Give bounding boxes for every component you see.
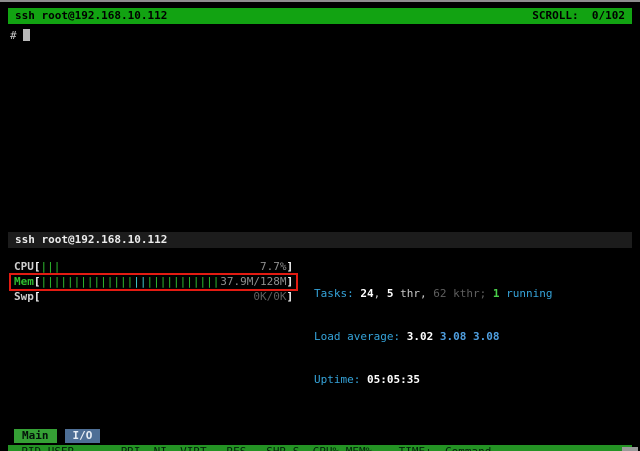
load-15min: 3.08 — [473, 330, 500, 343]
uptime-label: Uptime: — [314, 373, 367, 386]
tasks-label: Tasks: — [314, 287, 360, 300]
tab-main[interactable]: Main — [14, 429, 57, 443]
col-header-ni[interactable]: NI — [140, 445, 166, 451]
swap-meter: Swp[0K/0K] — [14, 290, 293, 304]
swap-meter-value: 0K/0K — [253, 290, 286, 304]
col-header-pid[interactable]: PID — [8, 445, 41, 451]
swap-meter-line: Swp[0K/0K] — [14, 289, 300, 304]
swap-meter-close-bracket: ] — [287, 290, 294, 304]
kthread-count: 62 kthr — [433, 287, 479, 300]
window-corner-mark — [622, 447, 638, 451]
mem-meter-value: 37.9M/128M — [220, 275, 286, 289]
process-table-header[interactable]: PID USER PRI NI VIRT RES SHR S CPU% MEM%… — [8, 445, 632, 451]
mem-meter-open-bracket: [ — [34, 275, 41, 289]
uptime-line: Uptime: 05:05:35 — [314, 373, 552, 388]
mem-meter-close-bracket: ] — [287, 275, 294, 289]
running-label: running — [499, 287, 552, 300]
swap-meter-label: Swp — [14, 290, 34, 304]
col-header-shr[interactable]: SHR — [246, 445, 286, 451]
htop-tab-bar: Main I/O — [8, 429, 632, 443]
mem-meter-bars-used2: ||||||||||| — [146, 275, 219, 288]
mem-meter-line: Mem[|||||||||||||||||||||||||||37.9M/128… — [14, 274, 300, 289]
cpu-meter: CPU[||| 7.7%] — [14, 260, 293, 274]
cpu-meter-open-bracket: [ — [34, 260, 41, 274]
pane-titlebar-bottom: ssh root@192.168.10.112 — [8, 232, 632, 248]
terminal-cursor — [23, 29, 30, 41]
cpu-meter-bars: ||| — [41, 260, 61, 273]
cpu-meter-label: CPU — [14, 260, 34, 274]
col-header-command[interactable]: Command — [432, 445, 632, 451]
ssh-session-title-bottom: ssh root@192.168.10.112 — [15, 233, 167, 247]
mem-meter: Mem[|||||||||||||||||||||||||||37.9M/128… — [14, 275, 293, 289]
load-1min: 3.02 — [407, 330, 434, 343]
htop-stats-column: Tasks: 24, 5 thr, 62 kthr; 1 running Loa… — [314, 259, 552, 416]
terminal-pane-top: ssh root@192.168.10.112 SCROLL: 0/102 # — [8, 8, 632, 48]
htop-meters-column: CPU[|||7.7%] Mem[|||||||||||||||||||||||… — [8, 259, 300, 416]
col-header-mem[interactable]: MEM% — [339, 445, 372, 451]
mem-meter-label: Mem — [14, 275, 34, 289]
col-header-res[interactable]: RES — [207, 445, 247, 451]
tasks-count: 24 — [360, 287, 373, 300]
col-header-state[interactable]: S — [286, 445, 306, 451]
uptime-value: 05:05:35 — [367, 373, 420, 386]
tasks-semicolon: ; — [480, 287, 493, 300]
shell-prompt-line[interactable]: # — [8, 24, 632, 48]
col-header-cpu[interactable]: CPU% — [306, 445, 339, 451]
col-header-time[interactable]: TIME+ — [372, 445, 432, 451]
swap-meter-open-bracket: [ — [34, 290, 41, 304]
tab-io[interactable]: I/O — [65, 429, 101, 443]
htop-meters-area: CPU[|||7.7%] Mem[|||||||||||||||||||||||… — [8, 259, 632, 416]
red-annotation-box: Mem[|||||||||||||||||||||||||||37.9M/128… — [9, 273, 298, 291]
tasks-sep: , — [374, 287, 387, 300]
col-header-pri[interactable]: PRI — [114, 445, 140, 451]
mem-meter-bars-used: |||||||||||||| — [41, 275, 134, 288]
load-average-label: Load average: — [314, 330, 407, 343]
tasks-line: Tasks: 24, 5 thr, 62 kthr; 1 running — [314, 287, 552, 302]
load-average-line: Load average: 3.02 3.08 3.08 — [314, 330, 552, 345]
ssh-session-title: ssh root@192.168.10.112 — [15, 9, 167, 23]
load-5min: 3.08 — [440, 330, 467, 343]
cpu-meter-value: 7.7% — [260, 260, 287, 274]
col-header-virt[interactable]: VIRT — [167, 445, 207, 451]
thread-label: thr, — [393, 287, 433, 300]
htop-screen: CPU[|||7.7%] Mem[|||||||||||||||||||||||… — [8, 248, 632, 451]
pane-titlebar-top: ssh root@192.168.10.112 SCROLL: 0/102 — [8, 8, 632, 24]
scroll-indicator: SCROLL: 0/102 — [532, 9, 625, 23]
window-top-edge — [0, 0, 640, 2]
terminal-pane-bottom: ssh root@192.168.10.112 CPU[|||7.7%] Mem… — [8, 232, 632, 451]
col-header-user[interactable]: USER — [41, 445, 114, 451]
shell-prompt: # — [10, 29, 17, 42]
cpu-meter-close-bracket: ] — [287, 260, 294, 274]
mem-meter-bars-cache: || — [133, 275, 146, 288]
